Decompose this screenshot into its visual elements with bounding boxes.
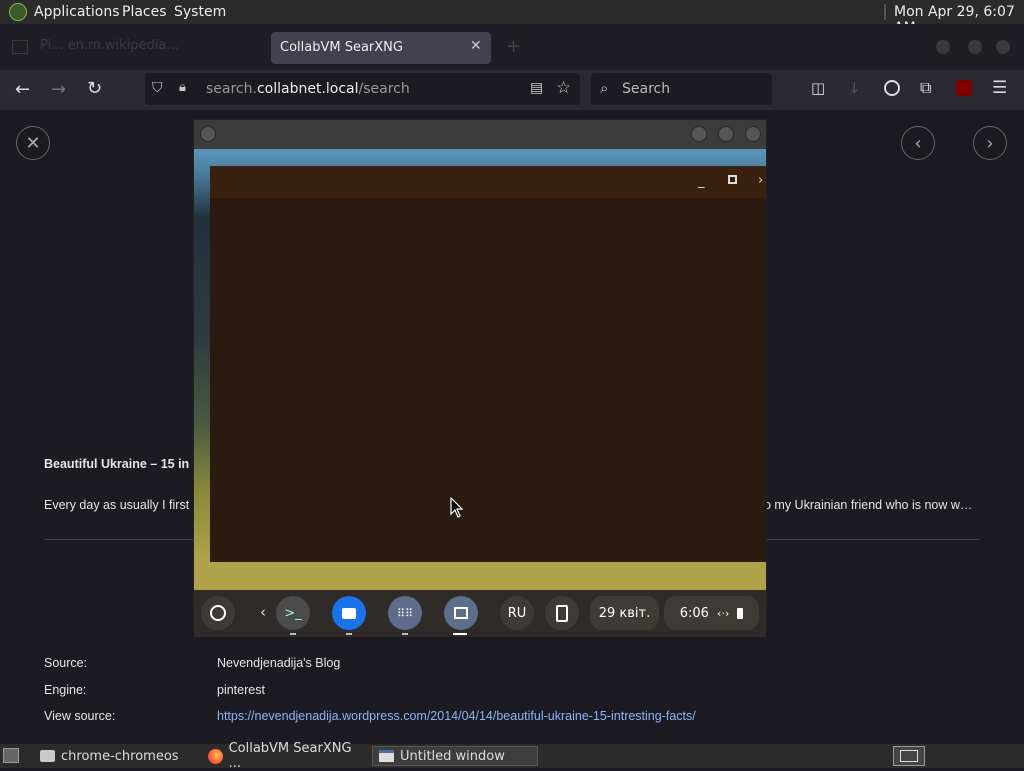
close-detail-button[interactable]: ✕	[16, 126, 50, 160]
battery-icon	[737, 607, 744, 619]
panel-separator	[884, 4, 886, 20]
mouse-cursor-icon	[450, 497, 464, 518]
app-close-icon[interactable]: ›	[758, 173, 763, 188]
engine-label: Engine:	[44, 683, 87, 697]
hamburger-menu-icon[interactable]: ☰	[992, 78, 1007, 98]
vm-minimize-button[interactable]	[691, 126, 707, 142]
forward-arrow-icon[interactable]: →	[51, 79, 66, 100]
taskbar-label: chrome-chromeos	[61, 748, 179, 764]
search-icon: ⌕	[600, 79, 609, 97]
taskbar-item-collabvm-searxng[interactable]: CollabVM SearXNG ...	[202, 741, 370, 771]
camera-icon	[342, 607, 356, 619]
tab-close-icon[interactable]: ✕	[470, 38, 482, 54]
date-tray[interactable]: 29 квіт.	[590, 596, 659, 630]
app-maximize-icon[interactable]	[728, 175, 737, 184]
pocket-icon[interactable]: ◫	[811, 79, 825, 97]
back-arrow-icon[interactable]: ←	[15, 79, 30, 100]
ime-language-button[interactable]: RU	[500, 596, 534, 630]
workspace-switcher[interactable]	[893, 746, 925, 766]
reload-icon[interactable]: ↻	[87, 78, 102, 99]
launcher-circle-icon	[210, 605, 226, 621]
source-label: Source:	[44, 656, 88, 670]
app-window-header	[210, 166, 766, 198]
vm-maximize-button[interactable]	[718, 126, 734, 142]
applications-menu[interactable]: Applications	[34, 4, 120, 20]
search-placeholder: Search	[622, 81, 671, 97]
result-snippet-right: o my Ukrainian friend who is now w…	[764, 498, 973, 512]
tab-collabvm-searxng[interactable]: CollabVM SearXNG ✕	[271, 32, 491, 64]
vm-window[interactable]: _ › ‹ >_ ⠿⠿ RU 29 квіт. 6:06 ‹·›	[193, 119, 767, 637]
url-path: /search	[358, 81, 410, 97]
close-window-icon[interactable]	[996, 40, 1010, 54]
date-text: 29 квіт.	[598, 605, 651, 621]
download-icon[interactable]: ↓	[848, 79, 861, 97]
new-tab-icon[interactable]: +	[506, 36, 521, 57]
search-bar[interactable]: ⌕ Search	[591, 73, 772, 105]
window-icon	[379, 750, 394, 762]
url-domain: collabnet.local	[256, 81, 359, 97]
firefox-view-icon[interactable]	[12, 40, 28, 54]
previous-button[interactable]: ‹	[901, 126, 935, 160]
taskbar-label: CollabVM SearXNG ...	[228, 741, 352, 771]
chromeos-desktop[interactable]: _ › ‹ >_ ⠿⠿ RU 29 квіт. 6:06 ‹·›	[194, 149, 766, 637]
taskbar-item-untitled-window[interactable]: Untitled window	[372, 746, 538, 766]
workspace-preview	[900, 750, 918, 762]
source-value: Nevendjenadija's Blog	[217, 656, 341, 670]
tab-title: CollabVM SearXNG	[280, 40, 403, 55]
network-icon: ‹·›	[716, 606, 730, 620]
reader-view-icon[interactable]: ▤	[530, 80, 543, 96]
tab-list-icon[interactable]	[936, 40, 950, 54]
phone-icon	[556, 604, 568, 622]
chromeos-shelf: ‹ >_ ⠿⠿ RU 29 квіт. 6:06 ‹·›	[194, 590, 766, 637]
files-running-dot	[402, 633, 408, 635]
gnome-foot-icon[interactable]	[9, 3, 27, 21]
top-panel: Applications Places System Mon Apr 29, 6…	[0, 0, 1024, 36]
folder-icon	[40, 750, 55, 762]
lock-icon[interactable]: 🔒︎	[179, 80, 186, 95]
show-desktop-icon[interactable]	[3, 748, 19, 763]
next-button[interactable]: ›	[973, 126, 1007, 160]
camera-app-icon[interactable]	[332, 596, 366, 630]
launcher-button[interactable]	[201, 596, 235, 630]
system-menu[interactable]: System	[174, 4, 226, 20]
files-app-icon[interactable]: ⠿⠿	[388, 596, 422, 630]
minimize-icon[interactable]	[968, 40, 982, 54]
url-text[interactable]: search.collabnet.local/search	[206, 81, 410, 97]
firefox-icon	[208, 748, 223, 764]
app-minimize-icon[interactable]: _	[698, 174, 705, 189]
shelf-back-icon[interactable]: ‹	[260, 603, 266, 621]
status-tray[interactable]: 6:06 ‹·›	[664, 596, 759, 630]
time-text: 6:06	[679, 605, 709, 621]
bottom-taskbar: chrome-chromeos CollabVM SearXNG ... Unt…	[0, 741, 1024, 771]
result-title[interactable]: Beautiful Ukraine – 15 in	[44, 457, 189, 471]
account-icon[interactable]	[884, 80, 900, 96]
ublock-icon[interactable]	[956, 80, 972, 96]
window-running-dot	[453, 633, 467, 635]
result-snippet-left: Every day as usually I first	[44, 498, 190, 512]
terminal-running-dot	[290, 633, 296, 635]
vm-close-button[interactable]	[745, 126, 761, 142]
window-icon	[454, 607, 468, 619]
camera-running-dot	[346, 633, 352, 635]
terminal-app-icon[interactable]: >_	[276, 596, 310, 630]
url-bar[interactable]: ⛉ 🔒︎ search.collabnet.local/search ▤ ☆	[145, 73, 580, 105]
shield-icon[interactable]: ⛉	[152, 80, 163, 96]
phone-hub-button[interactable]	[545, 596, 579, 630]
chromeos-app-window[interactable]: _ ›	[210, 166, 766, 562]
places-menu[interactable]: Places	[122, 4, 167, 20]
view-source-link[interactable]: https://nevendjenadija.wordpress.com/201…	[217, 709, 696, 723]
tab-inactive-ghost[interactable]: Pi... en.m.wikipedia...	[40, 38, 260, 56]
window-app-icon[interactable]	[444, 596, 478, 630]
extensions-icon[interactable]: ⧉	[920, 78, 931, 98]
taskbar-item-chrome-chromeos[interactable]: chrome-chromeos	[34, 746, 200, 766]
bookmark-star-icon[interactable]: ☆	[556, 78, 571, 98]
engine-value: pinterest	[217, 683, 265, 697]
url-prefix: search.	[206, 81, 257, 97]
taskbar-label: Untitled window	[400, 748, 505, 764]
vm-menu-button[interactable]	[200, 126, 216, 142]
view-source-label: View source:	[44, 709, 116, 723]
